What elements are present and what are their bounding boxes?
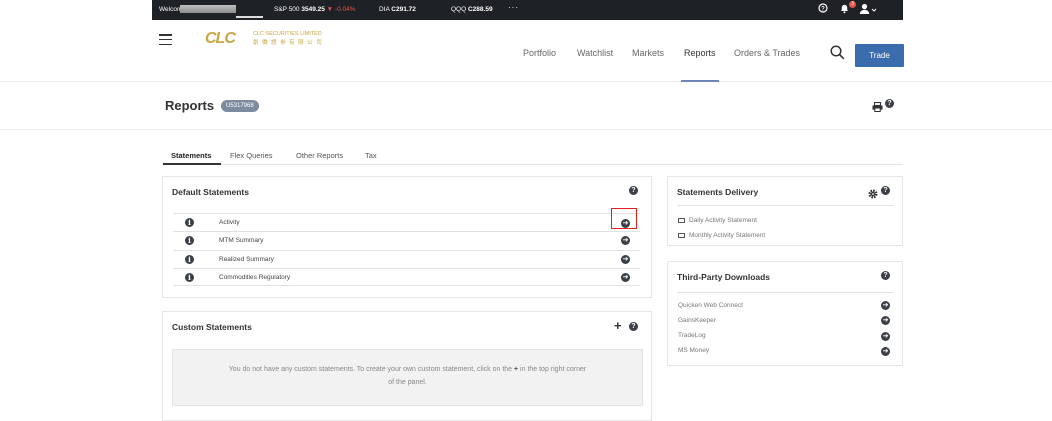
nav-orders-trades[interactable]: Orders & Trades <box>734 48 800 58</box>
custom-statements-empty-message: You do not have any custom statements. T… <box>172 349 643 406</box>
quicken-download-arrow-icon[interactable]: ➔ <box>881 301 890 310</box>
hamburger-menu-icon[interactable] <box>159 34 172 48</box>
statements-delivery-title: Statements Delivery <box>677 187 759 197</box>
custom-statements-help-icon[interactable]: ? <box>629 322 638 331</box>
default-statements-help-icon[interactable]: ? <box>629 186 638 195</box>
nav-watchlist[interactable]: Watchlist <box>577 48 613 58</box>
svg-text:?: ? <box>821 6 825 12</box>
logo-chinese-name: 創 僑 證 券 有 限 公 司 <box>253 40 323 46</box>
realized-info-icon[interactable]: i <box>185 255 194 264</box>
commodities-run-arrow-icon[interactable]: ➔ <box>621 273 630 282</box>
tab-active-underline <box>163 163 221 165</box>
mtm-info-icon[interactable]: i <box>185 236 194 245</box>
delivery-settings-gear-icon[interactable] <box>868 186 878 204</box>
nav-markets[interactable]: Markets <box>632 48 664 58</box>
third-party-label[interactable]: Quicken Web Connect <box>678 302 743 309</box>
notification-badge: 3 <box>849 1 856 8</box>
commodities-info-icon[interactable]: i <box>185 273 194 282</box>
account-badge: U5317968 <box>221 100 259 112</box>
page-title: Reports <box>165 98 215 113</box>
report-tabs: Statements Flex Queries Other Reports Ta… <box>163 143 903 165</box>
statement-label: Activity <box>219 219 240 226</box>
search-icon[interactable] <box>830 45 845 65</box>
plus-icon: + <box>514 366 519 373</box>
third-party-help-icon[interactable]: ? <box>881 271 890 280</box>
mtm-run-arrow-icon[interactable]: ➔ <box>621 236 630 245</box>
third-party-label[interactable]: TradeLog <box>678 332 706 339</box>
masked-username <box>180 5 236 13</box>
tradelog-download-arrow-icon[interactable]: ➔ <box>881 332 890 341</box>
third-party-label[interactable]: MS Money <box>678 347 709 354</box>
username-underline <box>236 16 263 18</box>
default-statements-panel: Default Statements ? i Activity ➔ i MTM … <box>162 176 652 298</box>
more-quotes-button[interactable]: ··· <box>508 3 519 12</box>
third-party-divider <box>677 292 894 293</box>
third-party-title: Third-Party Downloads <box>677 272 771 282</box>
statement-row-activity[interactable]: i Activity ➔ <box>173 213 640 231</box>
logo-english-name: CLC SECURITIES LIMITED <box>253 31 322 37</box>
statement-row-realized-summary[interactable]: i Realized Summary ➔ <box>173 250 640 268</box>
delivery-divider <box>677 205 894 206</box>
ticker-bar: Welcome S&P 500 3549.25 ▼ -0.04% DIA C29… <box>152 0 903 20</box>
third-party-downloads-panel: Third-Party Downloads ? Quicken Web Conn… <box>667 261 903 366</box>
default-statements-title: Default Statements <box>172 187 249 197</box>
monthly-activity-delivery-link[interactable]: Monthly Activity Statement <box>678 232 765 239</box>
activity-arrow-highlight <box>611 208 637 229</box>
print-icon[interactable] <box>872 99 883 117</box>
user-icon[interactable] <box>859 3 877 17</box>
statement-label: MTM Summary <box>219 237 264 244</box>
help-circle-icon[interactable]: ? <box>818 3 828 15</box>
add-custom-statement-plus-icon[interactable]: + <box>614 318 622 333</box>
delivery-help-icon[interactable]: ? <box>881 186 890 195</box>
custom-statements-title: Custom Statements <box>172 322 252 332</box>
statements-delivery-panel: Statements Delivery ? Daily Activity Sta… <box>667 176 903 246</box>
tab-flex-queries[interactable]: Flex Queries <box>230 151 273 160</box>
nav-active-underline <box>681 80 719 82</box>
tab-statements[interactable]: Statements <box>171 151 211 160</box>
ms-money-download-arrow-icon[interactable]: ➔ <box>881 347 890 356</box>
nav-portfolio[interactable]: Portfolio <box>523 48 556 58</box>
statement-label: Commodities Regulatory <box>219 274 291 281</box>
logo-mark: CLC <box>205 30 236 47</box>
activity-info-icon[interactable]: i <box>185 218 194 227</box>
page-header <box>0 83 1052 130</box>
third-party-label[interactable]: GainsKeeper <box>678 317 716 324</box>
quote-dia[interactable]: DIA C291.72 <box>379 6 416 13</box>
quote-qqq[interactable]: QQQ C288.59 <box>451 6 493 13</box>
nav-reports[interactable]: Reports <box>684 48 716 58</box>
tab-other-reports[interactable]: Other Reports <box>296 151 343 160</box>
statement-row-commodities-regulatory[interactable]: i Commodities Regulatory ➔ <box>173 268 640 286</box>
quote-spx[interactable]: S&P 500 3549.25 ▼ -0.04% <box>274 6 356 13</box>
daily-activity-delivery-link[interactable]: Daily Activity Statement <box>678 217 757 224</box>
statement-row-mtm-summary[interactable]: i MTM Summary ➔ <box>173 231 640 249</box>
trade-button[interactable]: Trade <box>855 44 904 67</box>
gainskeeper-download-arrow-icon[interactable]: ➔ <box>881 316 890 325</box>
envelope-icon <box>678 232 685 238</box>
envelope-icon <box>678 217 685 223</box>
statement-label: Realized Summary <box>219 256 274 263</box>
tab-tax[interactable]: Tax <box>365 151 377 160</box>
realized-run-arrow-icon[interactable]: ➔ <box>621 255 630 264</box>
page-help-icon[interactable]: ? <box>885 99 894 108</box>
